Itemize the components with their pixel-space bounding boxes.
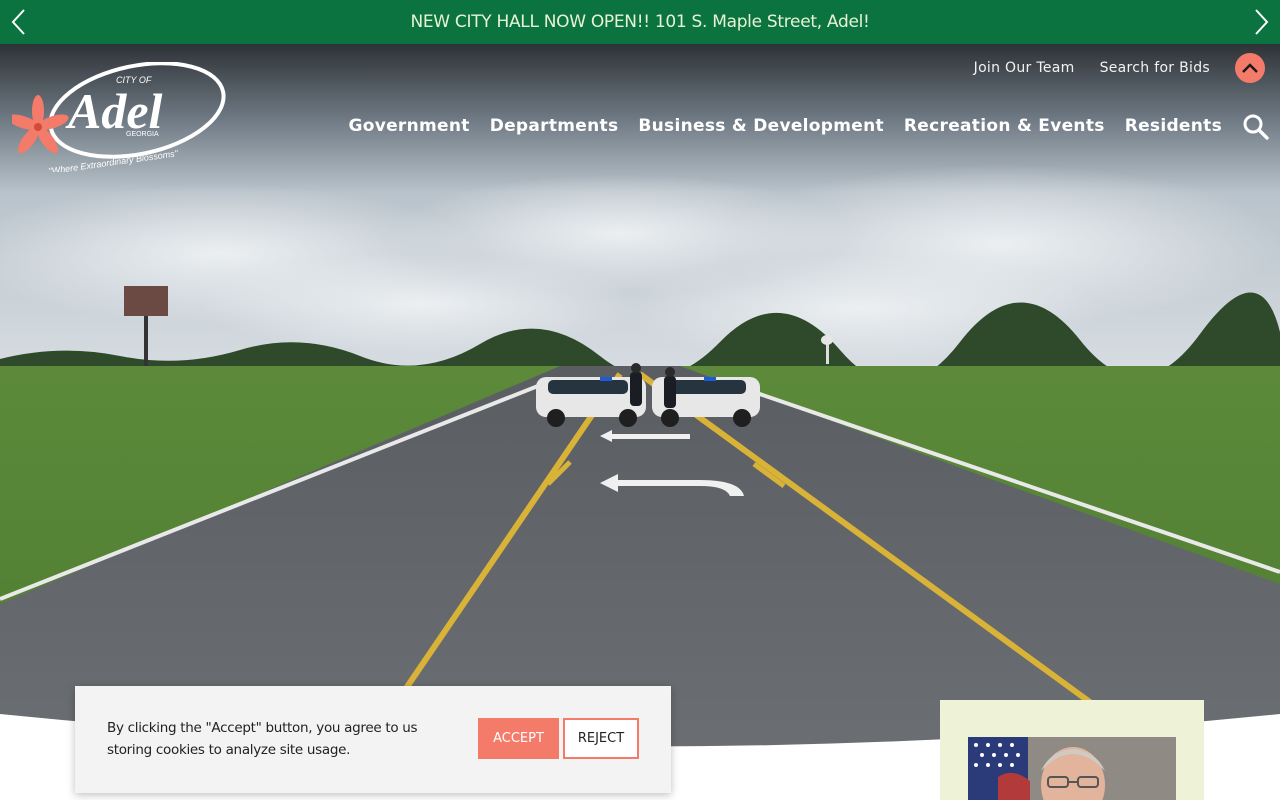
mayor-photo xyxy=(968,737,1176,800)
nav-business-development[interactable]: Business & Development xyxy=(638,116,884,136)
chevron-left-icon[interactable] xyxy=(4,8,32,36)
chevron-right-icon[interactable] xyxy=(1248,8,1276,36)
mayor-card xyxy=(940,700,1204,800)
accept-button[interactable]: ACCEPT xyxy=(478,718,559,759)
logo-state: GEORGIA xyxy=(126,131,159,138)
main-nav: Government Departments Business & Develo… xyxy=(348,116,1222,136)
cookie-banner: By clicking the "Accept" button, you agr… xyxy=(75,686,671,793)
cookie-message: By clicking the "Accept" button, you agr… xyxy=(107,720,418,758)
logo-tagline: "Where Extraordinary Blossoms" xyxy=(48,148,179,172)
nav-recreation-events[interactable]: Recreation & Events xyxy=(904,116,1105,136)
search-icon[interactable] xyxy=(1242,113,1270,141)
reject-button[interactable]: REJECT xyxy=(563,718,639,759)
lily-flower-icon xyxy=(7,95,69,154)
search-for-bids-link[interactable]: Search for Bids xyxy=(1100,60,1210,76)
utility-nav: Join Our Team Search for Bids xyxy=(974,53,1280,83)
announcement-text[interactable]: NEW CITY HALL NOW OPEN!! 101 S. Maple St… xyxy=(410,12,869,32)
city-logo[interactable]: CITY OF Adel GEORGIA "Where Extraordinar… xyxy=(7,61,232,176)
nav-residents[interactable]: Residents xyxy=(1125,116,1222,136)
chevron-up-icon[interactable] xyxy=(1235,53,1265,83)
nav-departments[interactable]: Departments xyxy=(490,116,619,136)
announcement-bar: NEW CITY HALL NOW OPEN!! 101 S. Maple St… xyxy=(0,0,1280,44)
join-our-team-link[interactable]: Join Our Team xyxy=(974,60,1075,76)
nav-government[interactable]: Government xyxy=(348,116,469,136)
